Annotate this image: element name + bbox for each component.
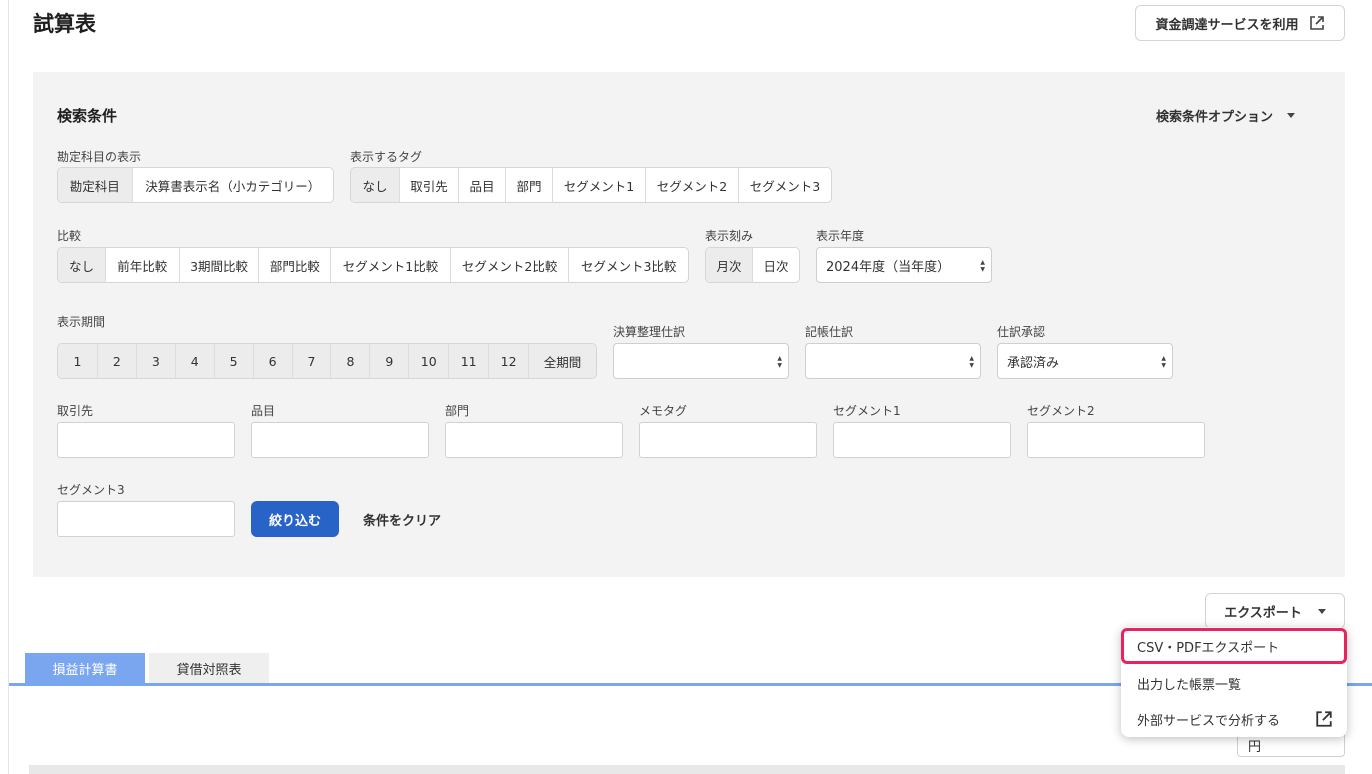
item-input[interactable]: [251, 422, 429, 458]
search-options-label: 検索条件オプション: [1156, 110, 1274, 125]
approval-label: 仕訳承認: [997, 325, 1046, 339]
period-option[interactable]: 7: [291, 344, 331, 378]
account-display-option[interactable]: 決算書表示名（小カテゴリー）: [131, 168, 333, 202]
segment2-label: セグメント2: [1027, 404, 1095, 418]
compare-option[interactable]: 部門比較: [258, 248, 330, 282]
account-display-option[interactable]: 勘定科目: [58, 168, 132, 202]
export-button[interactable]: エクスポート: [1205, 593, 1345, 629]
period-option[interactable]: 3: [135, 344, 175, 378]
tag-option[interactable]: 部門: [505, 168, 552, 202]
period-label: 表示期間: [57, 315, 106, 329]
segment3-label: セグメント3: [57, 483, 125, 497]
compare-toggle: なし 前年比較 3期間比較 部門比較 セグメント1比較 セグメント2比較 セグメ…: [57, 247, 689, 283]
menu-item-exported-reports[interactable]: 出力した帳票一覧: [1121, 665, 1347, 701]
segment3-input[interactable]: [57, 501, 235, 537]
select-arrows-icon: ▲ ▼: [777, 355, 782, 369]
period-option[interactable]: 10: [408, 344, 449, 378]
tag-option[interactable]: 品目: [458, 168, 505, 202]
menu-item-label: 出力した帳票一覧: [1137, 677, 1242, 693]
period-option[interactable]: 4: [174, 344, 214, 378]
compare-option[interactable]: 3期間比較: [178, 248, 259, 282]
segment2-input[interactable]: [1027, 422, 1205, 458]
tab-balance-sheet[interactable]: 貸借対照表: [149, 653, 269, 683]
memo-tag-input[interactable]: [639, 422, 817, 458]
period-option[interactable]: 9: [369, 344, 409, 378]
tags-toggle: なし 取引先 品目 部門 セグメント1 セグメント2 セグメント3: [350, 167, 832, 203]
export-menu: CSV・PDFエクスポート 出力した帳票一覧 外部サービスで分析する: [1121, 627, 1347, 737]
account-display-toggle: 勘定科目 決算書表示名（小カテゴリー）: [57, 167, 334, 203]
period-option[interactable]: 8: [330, 344, 370, 378]
compare-option[interactable]: セグメント3比較: [568, 248, 688, 282]
compare-option[interactable]: セグメント2比較: [449, 248, 569, 282]
tab-income-statement[interactable]: 損益計算書: [25, 653, 145, 683]
caret-down-icon: [1317, 608, 1326, 614]
select-arrows-icon: ▲ ▼: [969, 355, 974, 369]
compare-option[interactable]: 前年比較: [104, 248, 179, 282]
period-option[interactable]: 5: [213, 344, 253, 378]
period-option[interactable]: 全期間: [528, 344, 596, 378]
period-option[interactable]: 2: [96, 344, 136, 378]
menu-item-csv-pdf-export[interactable]: CSV・PDFエクスポート: [1121, 628, 1347, 664]
search-panel-title: 検索条件: [57, 107, 118, 125]
period-option[interactable]: 11: [448, 344, 489, 378]
external-link-icon: [1309, 16, 1324, 30]
approval-select[interactable]: 承認済み ▲ ▼: [997, 343, 1173, 379]
tag-option[interactable]: セグメント2: [645, 168, 738, 202]
select-arrows-icon: ▲ ▼: [980, 259, 985, 273]
export-label: エクスポート: [1224, 605, 1302, 621]
select-arrows-icon: ▲ ▼: [1161, 355, 1166, 369]
tag-option[interactable]: なし: [351, 168, 399, 202]
period-toggle: 1 2 3 4 5 6 7 8 9 10 11 12 全期間: [57, 343, 597, 379]
tag-option[interactable]: セグメント1: [552, 168, 645, 202]
caret-down-icon: [1287, 113, 1296, 118]
compare-label: 比較: [57, 229, 82, 243]
segment1-input[interactable]: [833, 422, 1011, 458]
page-title: 試算表: [33, 12, 96, 36]
memo-tag-label: メモタグ: [639, 404, 688, 418]
fund-service-button[interactable]: 資金調達サービスを利用: [1135, 5, 1345, 41]
period-option[interactable]: 6: [252, 344, 292, 378]
menu-item-label: 外部サービスで分析する: [1137, 713, 1281, 729]
fiscal-year-value: 2024年度（当年度）: [826, 259, 951, 275]
table-header: [29, 765, 1345, 774]
period-option[interactable]: 1: [58, 344, 97, 378]
compare-option[interactable]: セグメント1比較: [330, 248, 450, 282]
granularity-option[interactable]: 月次: [706, 248, 752, 282]
book-entries-label: 記帳仕訳: [805, 325, 854, 339]
fiscal-year-label: 表示年度: [816, 229, 865, 243]
tag-option[interactable]: セグメント3: [738, 168, 831, 202]
department-input[interactable]: [445, 422, 623, 458]
partner-input[interactable]: [57, 422, 235, 458]
external-link-icon: [1316, 711, 1332, 727]
book-entries-select[interactable]: ▲ ▼: [805, 343, 981, 379]
period-option[interactable]: 12: [488, 344, 529, 378]
fund-service-label: 資金調達サービスを利用: [1155, 17, 1299, 33]
menu-item-external-analysis[interactable]: 外部サービスで分析する: [1121, 701, 1347, 737]
apply-filter-button[interactable]: 絞り込む: [251, 501, 339, 537]
menu-item-label: CSV・PDFエクスポート: [1137, 640, 1280, 656]
clear-filter-button[interactable]: 条件をクリア: [363, 510, 441, 529]
search-options-toggle[interactable]: 検索条件オプション: [1156, 106, 1296, 125]
compare-option[interactable]: なし: [58, 248, 105, 282]
search-panel: 検索条件 検索条件オプション 勘定科目の表示 勘定科目 決算書表示名（小カテゴリ…: [33, 72, 1345, 577]
tags-label: 表示するタグ: [350, 150, 423, 164]
partner-label: 取引先: [57, 404, 94, 418]
account-display-label: 勘定科目の表示: [57, 150, 142, 164]
granularity-option[interactable]: 日次: [752, 248, 799, 282]
segment1-label: セグメント1: [833, 404, 901, 418]
granularity-toggle: 月次 日次: [705, 247, 800, 283]
tag-option[interactable]: 取引先: [399, 168, 458, 202]
closing-entries-label: 決算整理仕訳: [613, 325, 686, 339]
fiscal-year-select[interactable]: 2024年度（当年度） ▲ ▼: [816, 247, 992, 283]
closing-entries-select[interactable]: ▲ ▼: [613, 343, 789, 379]
approval-value: 承認済み: [1007, 355, 1060, 371]
page: 試算表 資金調達サービスを利用 検索条件 検索条件オプション 勘定科目の表示 勘…: [8, 0, 1372, 774]
unit-value: 円: [1248, 740, 1262, 755]
department-label: 部門: [445, 404, 470, 418]
item-label: 品目: [251, 404, 276, 418]
granularity-label: 表示刻み: [705, 229, 754, 243]
